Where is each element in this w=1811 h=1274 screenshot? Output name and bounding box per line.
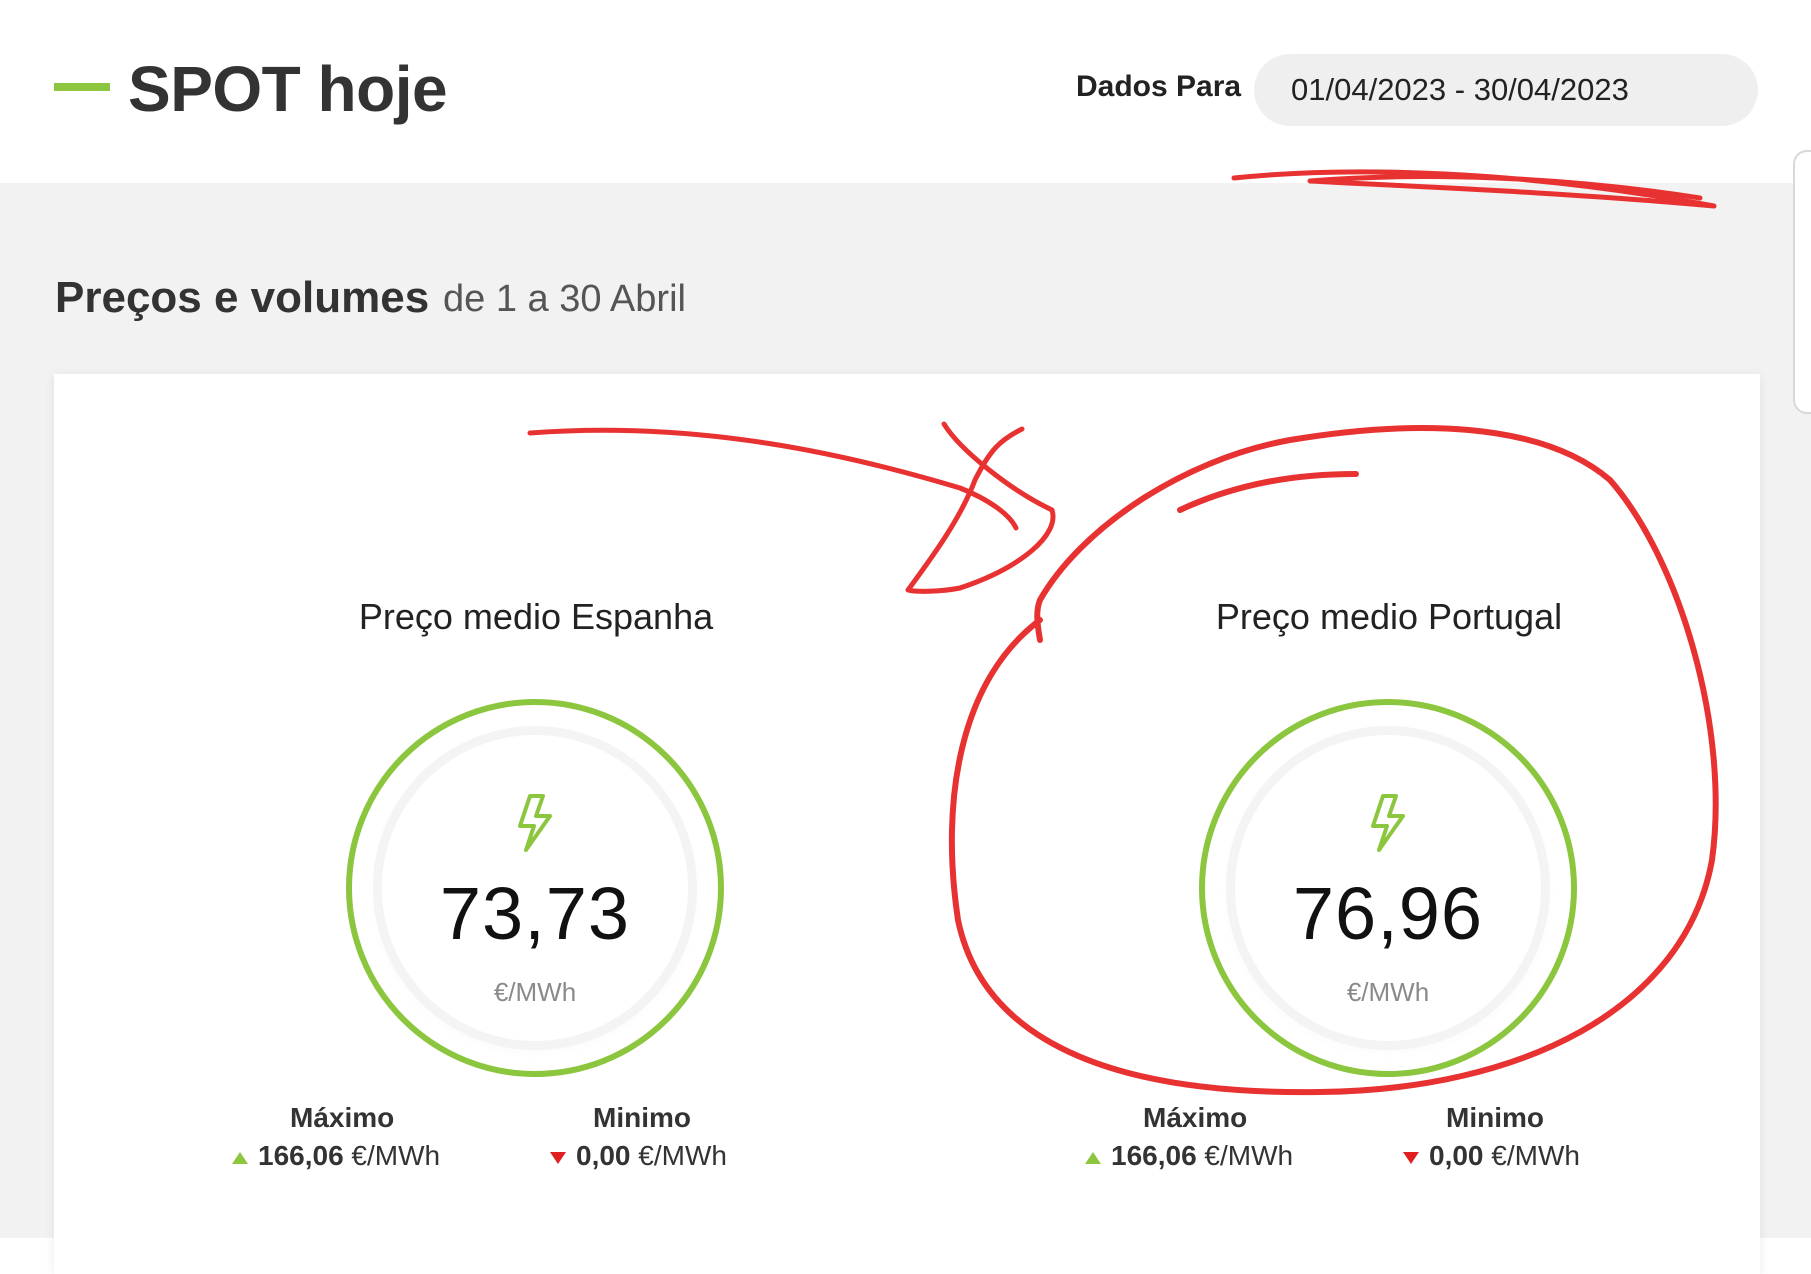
section-subtitle: de 1 a 30 Abril (443, 278, 686, 320)
metric-value: 73,73 (439, 872, 631, 955)
brand-accent-bar (54, 83, 110, 91)
metric-unit: €/MWh (493, 977, 577, 1007)
min-unit: €/MWh (638, 1140, 727, 1171)
arrow-down-icon (550, 1151, 566, 1164)
metric-unit: €/MWh (1346, 977, 1430, 1007)
price-ring-inner: 73,73 €/MWh (382, 735, 688, 1041)
header-bar: SPOT hoje Dados Para (0, 0, 1811, 183)
max-stat: 166,06 €/MWh (232, 1140, 440, 1172)
date-range-label: Dados Para (1076, 70, 1242, 103)
price-ring: 76,96 €/MWh (1199, 699, 1577, 1077)
metric-value: 76,96 (1292, 872, 1484, 955)
max-stat: 166,06 €/MWh (1085, 1140, 1293, 1172)
lightning-bolt-icon (518, 794, 552, 852)
max-label: Máximo (290, 1102, 395, 1133)
arrow-up-icon (1085, 1151, 1101, 1164)
price-ring: 73,73 €/MWh (346, 699, 724, 1077)
max-value: 166,06 (258, 1140, 344, 1171)
lightning-bolt-icon (1371, 794, 1405, 852)
min-label: Minimo (1446, 1102, 1544, 1133)
max-unit: €/MWh (351, 1140, 441, 1171)
arrow-up-icon (232, 1151, 248, 1164)
date-range-input[interactable] (1254, 54, 1758, 126)
metric-portugal: Preço medio Portugal 76,96 €/MWh Máximo … (1009, 374, 1769, 1274)
min-value: 0,00 (576, 1140, 631, 1171)
price-ring-inner: 76,96 €/MWh (1235, 735, 1541, 1041)
min-label: Minimo (593, 1102, 691, 1133)
prices-card: Preço medio Espanha 73,73 €/MWh Máximo 1… (54, 374, 1760, 1274)
max-value: 166,06 (1111, 1140, 1197, 1171)
section-title: Preços e volumes (55, 273, 430, 322)
min-stat: 0,00 €/MWh (550, 1140, 727, 1172)
min-value: 0,00 (1429, 1140, 1484, 1171)
min-unit: €/MWh (1491, 1140, 1580, 1171)
min-stat: 0,00 €/MWh (1403, 1140, 1580, 1172)
metric-title: Preço medio Espanha (358, 596, 714, 637)
max-unit: €/MWh (1204, 1140, 1294, 1171)
max-label: Máximo (1143, 1102, 1248, 1133)
metric-spain: Preço medio Espanha 73,73 €/MWh Máximo 1… (156, 374, 916, 1274)
metric-title: Preço medio Portugal (1215, 596, 1563, 637)
page-title: SPOT hoje (128, 53, 448, 125)
arrow-down-icon (1403, 1151, 1419, 1164)
scroll-handle[interactable] (1793, 150, 1811, 414)
